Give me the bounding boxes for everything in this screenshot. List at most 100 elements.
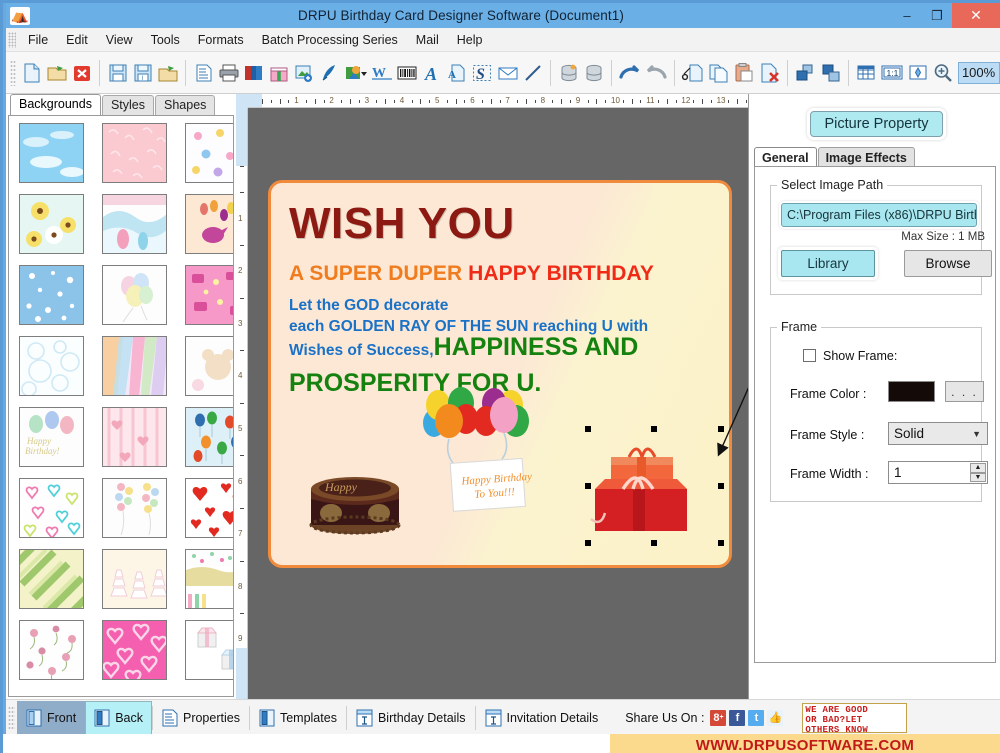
tab-image-effects[interactable]: Image Effects [817,147,915,168]
delete-icon[interactable] [757,58,782,88]
menu-item-mail[interactable]: Mail [407,30,448,50]
thumb-happy-birthday-balloons[interactable]: Happy Birthday! [19,407,84,467]
thumb-rosebuds[interactable] [19,620,84,680]
card-heading[interactable]: WISH YOU [289,199,515,249]
text-area-icon[interactable]: A [445,58,470,88]
database-add-icon[interactable] [556,58,581,88]
horizontal-ruler[interactable]: 1 2 3 4 5 6 7 8 9 10 11 12 13 [248,94,748,108]
close-button[interactable]: ✕ [952,3,1000,28]
print-icon[interactable] [216,58,241,88]
maximize-button[interactable]: ❐ [922,3,952,28]
fit-page-icon[interactable] [905,58,930,88]
thumb-pink-pattern[interactable] [102,123,167,183]
balloons-with-note-image[interactable]: Happy Birthday To You!!! [416,383,566,533]
bottom-item-invitation-details[interactable]: Invitation Details [476,701,608,735]
thumb-clouds-sky[interactable] [19,123,84,183]
send-back-icon[interactable] [818,58,843,88]
library-button[interactable]: Library [781,250,875,277]
card-stack-icon[interactable] [241,58,266,88]
thumb-red-hearts[interactable] [185,478,233,538]
menu-grip-handle[interactable] [8,31,16,48]
barcode-icon[interactable] [395,58,420,88]
thumb-bird-balloons[interactable] [185,194,233,254]
frame-width-stepper[interactable]: 1 ▲ ▼ [888,461,988,484]
google-plus-icon[interactable]: 8 + [710,709,727,726]
cake-image[interactable]: Happy [301,451,409,539]
selection-handle[interactable] [651,540,657,546]
menu-item-batch-processing-series[interactable]: Batch Processing Series [253,30,407,50]
thumb-pink-party[interactable] [185,265,233,325]
show-frame-checkbox[interactable] [803,349,816,362]
thumb-green-stripes[interactable] [19,549,84,609]
thumb-watercolor[interactable] [102,336,167,396]
stepper-up-icon[interactable]: ▲ [970,463,986,473]
thumb-butterflies-flowers[interactable] [185,123,233,183]
cut-icon[interactable] [680,58,706,88]
export-icon[interactable] [155,58,180,88]
toolbar-grip-handle[interactable] [10,59,16,86]
footer-website-banner[interactable]: WWW.DRPUSOFTWARE.COM [610,734,1000,753]
twitter-icon[interactable]: t [748,709,765,726]
gift-boxes-image[interactable] [589,431,699,546]
copy-icon[interactable] [706,58,732,88]
selection-handle[interactable] [585,426,591,432]
bottom-item-templates[interactable]: Templates [250,701,346,735]
thumb-teddy[interactable] [185,336,233,396]
frame-color-swatch[interactable] [888,381,935,402]
save-icon[interactable] [105,58,130,88]
menu-item-tools[interactable]: Tools [142,30,189,50]
card-body-text[interactable]: Let the GOD decorate each GOLDEN RAY OF … [289,295,719,361]
selection-handle[interactable] [585,483,591,489]
paste-icon[interactable] [732,58,757,88]
menu-item-edit[interactable]: Edit [57,30,97,50]
thumb-confetti-field[interactable] [185,549,233,609]
tab-styles[interactable]: Styles [101,95,155,115]
frame-color-picker-button[interactable]: . . . [945,381,984,402]
thumb-daisies[interactable] [19,194,84,254]
undo-icon[interactable] [617,58,643,88]
selection-handle[interactable] [718,540,724,546]
bottom-item-front[interactable]: Front [17,700,86,735]
mail-icon[interactable] [495,58,520,88]
frame-style-select[interactable]: Solid ▼ [888,422,988,445]
tab-shapes[interactable]: Shapes [155,95,216,115]
new-document-icon[interactable] [19,58,44,88]
minimize-button[interactable]: – [892,3,922,28]
database-icon[interactable] [581,58,606,88]
signature-icon[interactable]: S [470,58,495,88]
menu-item-formats[interactable]: Formats [189,30,253,50]
bottom-grip-handle[interactable] [8,705,15,730]
menu-item-help[interactable]: Help [448,30,492,50]
close-document-icon[interactable] [69,58,94,88]
text-icon[interactable]: A [420,58,445,88]
insert-picture-icon[interactable] [291,58,316,88]
menu-item-file[interactable]: File [19,30,57,50]
thumb-bubbles[interactable] [19,336,84,396]
save-as-icon[interactable]: I [130,58,155,88]
selection-handle[interactable] [718,426,724,432]
thumb-magenta-hearts[interactable] [102,620,167,680]
thumb-balloon-columns[interactable] [102,478,167,538]
gift-icon[interactable] [266,58,291,88]
browse-button[interactable]: Browse [904,250,992,277]
greeting-card[interactable]: WISH YOU A SUPER DUPER HAPPY BIRTHDAY Le… [268,180,732,568]
card-subheading[interactable]: A SUPER DUPER HAPPY BIRTHDAY [289,262,654,286]
thumb-pink-hearts-stripes[interactable] [102,407,167,467]
pen-icon[interactable] [317,58,342,88]
canvas-workspace[interactable]: WISH YOU A SUPER DUPER HAPPY BIRTHDAY Le… [248,108,748,699]
stepper-down-icon[interactable]: ▼ [970,472,986,482]
thumbs-up-icon[interactable]: 👍 [767,709,784,726]
bottom-item-properties[interactable]: Properties [153,701,249,735]
zoom-level-field[interactable]: 100% [958,61,1000,84]
facebook-icon[interactable]: f [729,709,746,726]
shape-fill-icon[interactable] [342,58,370,88]
thumb-blue-stars[interactable] [19,265,84,325]
grid-icon[interactable] [854,58,879,88]
thumb-gift-boxes[interactable] [185,620,233,680]
open-folder-icon[interactable] [44,58,69,88]
menu-item-view[interactable]: View [97,30,142,50]
thumb-cakes[interactable] [102,549,167,609]
image-path-input[interactable]: C:\Program Files (x86)\DRPU Birthd [781,203,977,227]
feedback-badge[interactable]: WE ARE GOOD OR BAD?LET OTHERS KNOW [802,702,908,733]
tab-general[interactable]: General [754,147,817,168]
